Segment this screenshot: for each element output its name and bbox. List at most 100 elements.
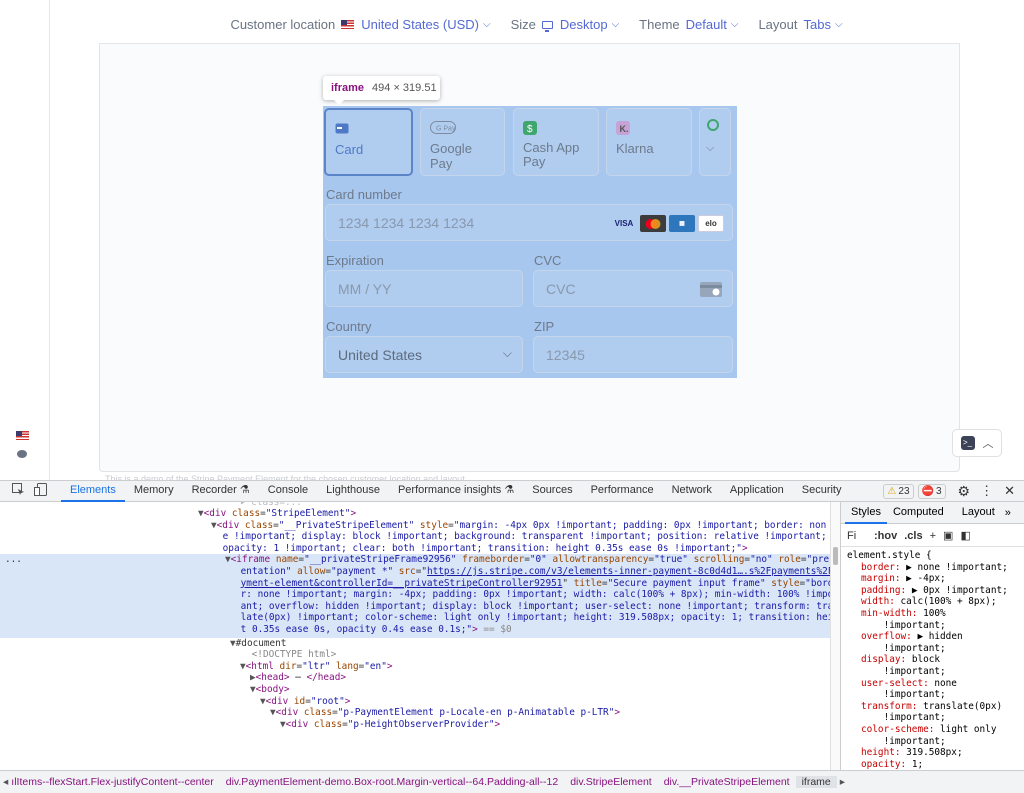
tab-performance[interactable]: Performance: [582, 480, 663, 502]
style-property-value[interactable]: ▶ hidden: [917, 631, 962, 642]
selected-iframe-line[interactable]: late(0px) !important; color-scheme: ligh…: [0, 612, 830, 624]
selected-iframe-line[interactable]: entation" allow="payment *" src="https:/…: [0, 566, 830, 578]
tab-sources[interactable]: Sources: [523, 480, 581, 502]
warnings-badge[interactable]: ⚠ 23: [883, 483, 914, 499]
scroll-left-icon[interactable]: ◂: [0, 776, 11, 788]
style-property-name[interactable]: min-width:: [861, 608, 923, 619]
style-property-name[interactable]: opacity:: [861, 759, 912, 770]
style-property-value[interactable]: 100%: [923, 608, 946, 619]
card-number-input[interactable]: 1234 1234 1234 1234 VISA ▦ elo: [325, 204, 733, 241]
dom-node-line[interactable]: e !important; display: block !important;…: [0, 531, 830, 543]
style-property-value[interactable]: ▶ 0px !important;: [912, 585, 1008, 596]
dom-node-line[interactable]: ▼<html dir="ltr" lang="en">: [0, 661, 830, 673]
paint-icon[interactable]: ▣: [943, 529, 953, 542]
style-declaration[interactable]: margin: ▶ -4px;: [861, 573, 1024, 585]
country-select[interactable]: United States ⌵: [325, 336, 523, 373]
style-declaration[interactable]: !important;: [861, 666, 1024, 678]
style-property-value[interactable]: !important;: [861, 643, 946, 654]
dom-node-line[interactable]: ▼<body>: [0, 684, 830, 696]
dom-node-line[interactable]: ▼<div class="__PrivateStripeElement" sty…: [0, 520, 830, 532]
breadcrumb-item-selected[interactable]: iframe: [795, 776, 837, 788]
style-declaration[interactable]: !important;: [861, 643, 1024, 655]
us-flag-icon[interactable]: [16, 427, 32, 445]
style-property-value[interactable]: !important;: [861, 620, 946, 631]
style-declaration[interactable]: display: block: [861, 654, 1024, 666]
tab-elements[interactable]: Elements: [61, 480, 125, 502]
dom-node-line[interactable]: ▼#document: [0, 638, 830, 650]
cvc-input[interactable]: CVC: [533, 270, 733, 307]
style-declaration[interactable]: opacity: 1;: [861, 759, 1024, 770]
style-declaration[interactable]: color-scheme: light only: [861, 724, 1024, 736]
style-declaration[interactable]: overflow: ▶ hidden: [861, 631, 1024, 643]
add-rule-icon[interactable]: +: [930, 530, 936, 542]
style-declaration[interactable]: !important;: [861, 620, 1024, 632]
tab-application[interactable]: Application: [721, 480, 793, 502]
breadcrumb-item[interactable]: ılItems--flexStart.Flex-justifyContent--…: [11, 776, 219, 788]
tab-recorder[interactable]: Recorder ⚗: [183, 480, 259, 502]
inspect-element-icon[interactable]: [12, 483, 25, 499]
dom-node-line[interactable]: ▼<div id="root">: [0, 696, 830, 708]
more-options-icon[interactable]: ⋮: [980, 483, 993, 499]
styles-filter-input[interactable]: Fi: [847, 530, 867, 542]
elements-scrollbar[interactable]: [830, 502, 840, 770]
device-toolbar-icon[interactable]: [34, 483, 47, 499]
breadcrumb-item[interactable]: div.__PrivateStripeElement: [658, 776, 796, 788]
zip-input[interactable]: 12345: [533, 336, 733, 373]
tab-google-pay[interactable]: G Pay Google Pay: [420, 108, 505, 176]
style-property-name[interactable]: user-select:: [861, 678, 934, 689]
style-declaration[interactable]: padding: ▶ 0px !important;: [861, 585, 1024, 597]
tab-card[interactable]: Card: [324, 108, 413, 176]
selected-iframe-line[interactable]: r: none !important; margin: -4px; paddin…: [0, 589, 830, 601]
style-property-name[interactable]: border:: [861, 562, 906, 573]
style-property-name[interactable]: width:: [861, 596, 901, 607]
selected-iframe-line[interactable]: yment-element&controllerId=__privateStri…: [0, 578, 830, 590]
style-property-value[interactable]: 1;: [912, 759, 923, 770]
tab-console[interactable]: Console: [259, 480, 317, 502]
style-property-value[interactable]: calc(100% + 8px);: [901, 596, 997, 607]
size-select[interactable]: Desktop ⌵: [541, 17, 619, 32]
style-declaration[interactable]: height: 319.508px;: [861, 747, 1024, 759]
selected-iframe-line[interactable]: ant; overflow: hidden !important; displa…: [0, 601, 830, 613]
style-property-name[interactable]: color-scheme:: [861, 724, 940, 735]
hov-button[interactable]: :hov: [874, 530, 897, 542]
style-declaration[interactable]: border: ▶ none !important;: [861, 562, 1024, 574]
toggle-sidebar-icon[interactable]: ◧: [960, 529, 970, 542]
layout-select[interactable]: Tabs ⌵: [803, 17, 842, 32]
style-property-value[interactable]: translate(0px): [923, 701, 1002, 712]
breadcrumb-item[interactable]: div.PaymentElement-demo.Box-root.Margin-…: [220, 776, 564, 788]
dom-node-line[interactable]: ▶<head> ⋯ </head>: [0, 672, 830, 684]
dom-node-line[interactable]: ▼<div class="p-PaymentElement p-Locale-e…: [0, 707, 830, 719]
style-declaration[interactable]: min-width: 100%: [861, 608, 1024, 620]
tab-klarna[interactable]: K. Klarna: [606, 108, 692, 176]
style-property-value[interactable]: !important;: [861, 736, 946, 747]
style-property-value[interactable]: ▶ none !important;: [906, 562, 1008, 573]
tab-performance-insights[interactable]: Performance insights ⚗: [389, 480, 523, 502]
dom-node-line[interactable]: <!DOCTYPE html>: [0, 649, 830, 661]
style-property-value[interactable]: 319.508px;: [906, 747, 962, 758]
tab-network[interactable]: Network: [663, 480, 721, 502]
cls-button[interactable]: .cls: [904, 530, 922, 542]
style-declaration[interactable]: !important;: [861, 712, 1024, 724]
tab-more[interactable]: ⌵: [699, 108, 731, 176]
style-property-value[interactable]: none: [934, 678, 957, 689]
style-declaration[interactable]: !important;: [861, 736, 1024, 748]
close-icon[interactable]: ✕: [1004, 483, 1015, 499]
expiration-input[interactable]: MM / YY: [325, 270, 523, 307]
chat-bubble-icon[interactable]: [17, 450, 27, 458]
style-property-value[interactable]: ▶ -4px;: [906, 573, 946, 584]
scroll-right-icon[interactable]: ▸: [837, 776, 848, 788]
style-property-value[interactable]: !important;: [861, 666, 946, 677]
style-property-value[interactable]: light only: [940, 724, 996, 735]
style-property-name[interactable]: padding:: [861, 585, 912, 596]
style-property-name[interactable]: height:: [861, 747, 906, 758]
errors-badge[interactable]: ⛔ 3: [917, 483, 946, 499]
dom-node-line[interactable]: ▼<div class="StripeElement">: [0, 508, 830, 520]
more-tabs-icon[interactable]: »: [1005, 507, 1011, 519]
tab-lighthouse[interactable]: Lighthouse: [317, 480, 389, 502]
style-property-value[interactable]: block: [912, 654, 940, 665]
style-declaration[interactable]: width: calc(100% + 8px);: [861, 596, 1024, 608]
tab-memory[interactable]: Memory: [125, 480, 183, 502]
style-property-value[interactable]: !important;: [861, 712, 946, 723]
style-property-name[interactable]: margin:: [861, 573, 906, 584]
style-property-name[interactable]: display:: [861, 654, 912, 665]
